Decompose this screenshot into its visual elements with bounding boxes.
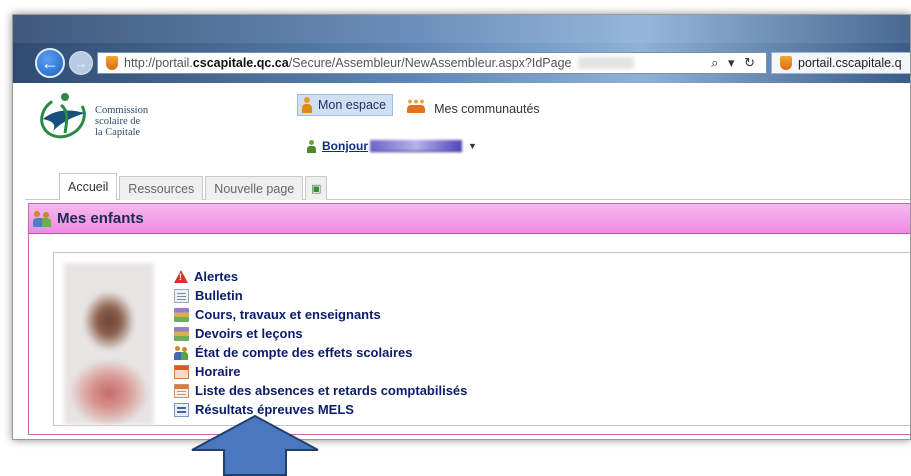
browser-toolbar: ← → http://portail.cscapitale.qc.ca/Secu… xyxy=(13,15,910,83)
user-name-redacted xyxy=(370,140,462,152)
logo-emblem-icon xyxy=(40,93,86,139)
books-icon xyxy=(174,326,189,341)
url-text[interactable]: http://portail.cscapitale.qc.ca/Secure/A… xyxy=(124,56,572,70)
children-icon xyxy=(33,210,53,228)
site-favicon-icon xyxy=(106,56,118,70)
menu-item-label[interactable]: Alertes xyxy=(194,269,238,284)
child-photo xyxy=(64,263,154,425)
browser-tab[interactable]: portail.cscapitale.q xyxy=(771,52,910,74)
caret-down-icon[interactable]: ▼ xyxy=(468,141,477,151)
logo-text: Commission scolaire de la Capitale xyxy=(95,105,149,138)
document-icon xyxy=(174,288,189,303)
menu-item-etat-compte[interactable]: État de compte des effets scolaires xyxy=(174,343,467,362)
warning-icon xyxy=(174,270,188,283)
bonjour-link[interactable]: Bonjour xyxy=(322,139,368,153)
menu-item-bulletin[interactable]: Bulletin xyxy=(174,286,467,305)
user-icon xyxy=(307,139,316,153)
forward-arrow-icon: → xyxy=(74,55,88,71)
url-redacted xyxy=(577,57,634,69)
annotation-up-arrow-icon xyxy=(191,414,319,476)
books-icon xyxy=(174,307,189,322)
forward-button[interactable]: → xyxy=(69,51,93,75)
person-icon xyxy=(302,97,312,113)
tab-ressources[interactable]: Ressources xyxy=(119,176,204,200)
portlet-body: Alertes Bulletin Cours, travaux et ensei… xyxy=(53,252,910,426)
back-button[interactable]: ← xyxy=(35,48,65,78)
portlet-header: Mes enfants xyxy=(29,204,910,234)
menu-item-label[interactable]: Cours, travaux et enseignants xyxy=(195,307,381,322)
child-menu: Alertes Bulletin Cours, travaux et ensei… xyxy=(174,267,467,419)
mes-communautes-button[interactable]: Mes communautés xyxy=(397,97,540,116)
search-refresh-icons[interactable]: ⌕ ▾ ↻ xyxy=(711,55,758,71)
mon-espace-label: Mon espace xyxy=(318,98,387,112)
mon-espace-button[interactable]: Mon espace xyxy=(297,94,394,116)
menu-item-absences[interactable]: Liste des absences et retards comptabili… xyxy=(174,381,467,400)
school-logo[interactable]: Commission scolaire de la Capitale xyxy=(35,87,185,161)
menu-item-devoirs[interactable]: Devoirs et leçons xyxy=(174,324,467,343)
calendar-icon xyxy=(174,364,189,379)
page-tabs: Accueil Ressources Nouvelle page ▣ xyxy=(59,173,329,200)
menu-item-label[interactable]: État de compte des effets scolaires xyxy=(195,345,412,360)
portlet-title: Mes enfants xyxy=(57,210,144,227)
menu-item-label[interactable]: Devoirs et leçons xyxy=(195,326,303,341)
table-icon xyxy=(174,383,189,398)
browser-window: ← → http://portail.cscapitale.qc.ca/Secu… xyxy=(12,14,911,440)
tab-nouvelle-page[interactable]: Nouvelle page xyxy=(205,176,304,200)
menu-item-label[interactable]: Horaire xyxy=(195,364,241,379)
back-arrow-icon: ← xyxy=(41,52,59,73)
tab-accueil[interactable]: Accueil xyxy=(59,173,118,200)
menu-item-cours[interactable]: Cours, travaux et enseignants xyxy=(174,305,467,324)
community-icon xyxy=(406,97,425,113)
address-bar[interactable]: http://portail.cscapitale.qc.ca/Secure/A… xyxy=(97,52,767,74)
mes-enfants-portlet: Mes enfants Alertes Bulletin Cours, trav… xyxy=(28,203,910,435)
mes-communautes-label: Mes communautés xyxy=(434,102,540,116)
menu-item-label[interactable]: Liste des absences et retards comptabili… xyxy=(195,383,467,398)
menu-item-alertes[interactable]: Alertes xyxy=(174,267,467,286)
menu-item-label[interactable]: Bulletin xyxy=(195,288,243,303)
add-tab-icon[interactable]: ▣ xyxy=(305,176,328,200)
browser-tab-title: portail.cscapitale.q xyxy=(798,56,902,70)
user-menu[interactable]: Bonjour ▼ xyxy=(307,139,477,153)
menu-item-horaire[interactable]: Horaire xyxy=(174,362,467,381)
results-icon xyxy=(174,402,189,417)
people-icon xyxy=(174,345,189,360)
user-nav: Mon espace Mes communautés xyxy=(297,94,540,116)
tab-favicon-icon xyxy=(780,56,792,70)
